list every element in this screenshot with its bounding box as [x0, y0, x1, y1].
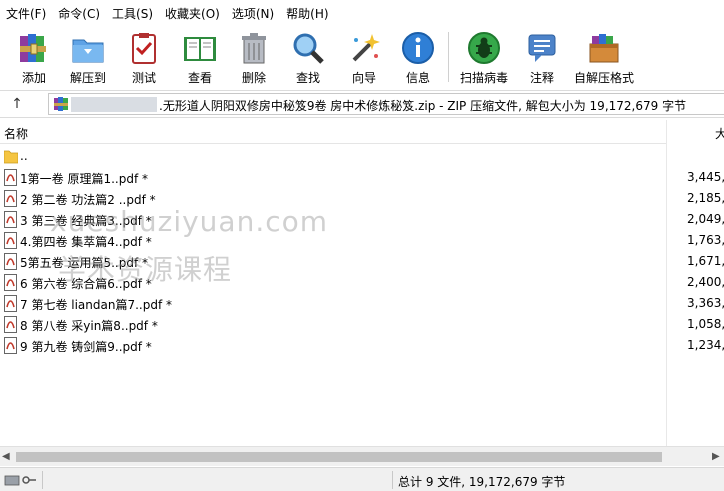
pdf-file-icon: [4, 337, 17, 354]
pdf-file-icon: [4, 169, 17, 186]
sfx-box-icon: [589, 34, 619, 63]
table-row[interactable]: 8 第八卷 采yin篇8..pdf *: [0, 314, 666, 335]
test-button[interactable]: 测试: [122, 28, 166, 88]
folder-icon: [4, 150, 18, 164]
file-name: ..: [20, 149, 28, 163]
info-button[interactable]: 信息: [396, 28, 440, 88]
archive-books-icon: [20, 34, 46, 62]
drive-key-icon: [4, 475, 36, 486]
virus-bug-icon: [468, 32, 500, 64]
file-name: 7 第七卷 liandan篇7..pdf *: [20, 298, 173, 312]
view-label: 查看: [187, 71, 212, 85]
menu-tools[interactable]: 工具(S): [106, 0, 159, 28]
info-label: 信息: [405, 71, 430, 85]
trash-can-icon: [242, 33, 266, 64]
pdf-file-icon: [4, 295, 17, 312]
pdf-file-icon: [4, 274, 17, 291]
test-label: 测试: [131, 71, 156, 85]
size-column: 大 3,445,1 2,185,7 2,049,9 1,763,3 1,671,…: [666, 120, 724, 446]
scroll-left-arrow-icon[interactable]: ◀: [2, 451, 10, 462]
find-button[interactable]: 查找: [286, 28, 330, 88]
size-cell: [667, 146, 724, 167]
magnifier-icon: [293, 33, 324, 64]
delete-label: 删除: [241, 71, 266, 85]
info-circle-icon: [402, 32, 434, 64]
file-name: 8 第八卷 采yin篇8..pdf *: [20, 319, 158, 333]
scrollbar-thumb[interactable]: [16, 452, 662, 462]
menu-bar: 文件(F) 命令(C) 工具(S) 收藏夹(O) 选项(N) 帮助(H): [0, 0, 724, 28]
winrar-window: 文件(F) 命令(C) 工具(S) 收藏夹(O) 选项(N) 帮助(H) 添加 …: [0, 0, 724, 491]
size-cell: 2,400,9: [687, 275, 724, 289]
archive-icon: [54, 97, 68, 111]
size-cell: 1,234,1: [687, 338, 724, 352]
up-folder-button[interactable]: ↑: [4, 94, 30, 114]
wizard-label: 向导: [351, 71, 376, 85]
column-header-name[interactable]: 名称: [4, 125, 28, 142]
magic-wand-icon: [352, 34, 380, 62]
menu-file[interactable]: 文件(F): [0, 0, 52, 28]
sfx-label: 自解压格式: [573, 71, 634, 85]
toolbar-separator: [448, 32, 449, 82]
folder-extract-icon: [72, 39, 104, 63]
status-separator: [392, 471, 393, 489]
size-cell: 2,185,7: [687, 191, 724, 205]
pdf-file-icon: [4, 316, 17, 333]
pdf-file-icon: [4, 190, 17, 207]
archive-path-text: .无形道人阴阳双修房中秘笈9卷 房中术修炼秘笈.zip - ZIP 压缩文件, …: [159, 99, 687, 113]
pdf-file-icon: [4, 211, 17, 228]
toolbar: 添加 解压到 测试 查看 删除 查找 向导 信息 扫描病毒 注释 自解压格式: [0, 28, 724, 88]
table-row[interactable]: 1第一卷 原理篇1..pdf *: [0, 167, 666, 188]
open-book-icon: [184, 37, 216, 61]
column-header-size[interactable]: 大: [715, 125, 724, 142]
address-bar: ↑ .无形道人阴阳双修房中秘笈9卷 房中术修炼秘笈.zip - ZIP 压缩文件…: [0, 90, 724, 118]
virus-scan-label: 扫描病毒: [459, 71, 508, 85]
menu-help[interactable]: 帮助(H): [280, 0, 334, 28]
menu-favorites[interactable]: 收藏夹(O): [159, 0, 226, 28]
comment-button[interactable]: 注释: [520, 28, 564, 88]
extract-to-button[interactable]: 解压到: [66, 28, 110, 88]
table-row[interactable]: 7 第七卷 liandan篇7..pdf *: [0, 293, 666, 314]
table-row[interactable]: 9 第九卷 铸剑篇9..pdf *: [0, 335, 666, 356]
add-button[interactable]: 添加: [12, 28, 56, 88]
clipboard-check-icon: [132, 33, 156, 64]
size-cell: 3,363,1: [687, 296, 724, 310]
menu-commands[interactable]: 命令(C): [52, 0, 106, 28]
watermark-title: 学术资源课程: [58, 253, 233, 286]
size-cells: 3,445,1 2,185,7 2,049,9 1,763,3 1,671,3 …: [667, 146, 724, 356]
horizontal-scrollbar[interactable]: ◀ ▶: [0, 446, 724, 466]
status-bar: 总计 9 文件, 19,172,679 字节: [0, 467, 724, 491]
virus-scan-button[interactable]: 扫描病毒: [456, 28, 512, 88]
file-name: 9 第九卷 铸剑篇9..pdf *: [20, 340, 152, 354]
redacted-path-segment: [71, 97, 157, 112]
size-cell: 2,049,9: [687, 212, 724, 226]
status-summary: 总计 9 文件, 19,172,679 字节: [398, 475, 566, 489]
comment-note-icon: [528, 34, 556, 62]
watermark-url: xueshuziyuan.com: [50, 205, 329, 238]
size-cell: 3,445,1: [687, 170, 724, 184]
add-label: 添加: [21, 71, 46, 85]
file-name: 1第一卷 原理篇1..pdf *: [20, 172, 148, 186]
size-cell: 1,058,9: [687, 317, 724, 331]
archive-path-field[interactable]: .无形道人阴阳双修房中秘笈9卷 房中术修炼秘笈.zip - ZIP 压缩文件, …: [48, 93, 724, 115]
status-separator: [42, 471, 43, 489]
pdf-file-icon: [4, 232, 17, 249]
sfx-button[interactable]: 自解压格式: [572, 28, 636, 88]
table-row-parent-folder[interactable]: ..: [0, 146, 666, 167]
wizard-button[interactable]: 向导: [342, 28, 386, 88]
find-label: 查找: [295, 71, 320, 85]
comment-label: 注释: [529, 71, 554, 85]
menu-options[interactable]: 选项(N): [226, 0, 280, 28]
pdf-file-icon: [4, 253, 17, 270]
size-cell: 1,763,3: [687, 233, 724, 247]
view-button[interactable]: 查看: [178, 28, 222, 88]
delete-button[interactable]: 删除: [232, 28, 276, 88]
column-header-row: 名称: [0, 120, 666, 144]
scroll-right-arrow-icon[interactable]: ▶: [712, 451, 720, 462]
extract-to-label: 解压到: [69, 71, 106, 85]
size-cell: 1,671,3: [687, 254, 724, 268]
